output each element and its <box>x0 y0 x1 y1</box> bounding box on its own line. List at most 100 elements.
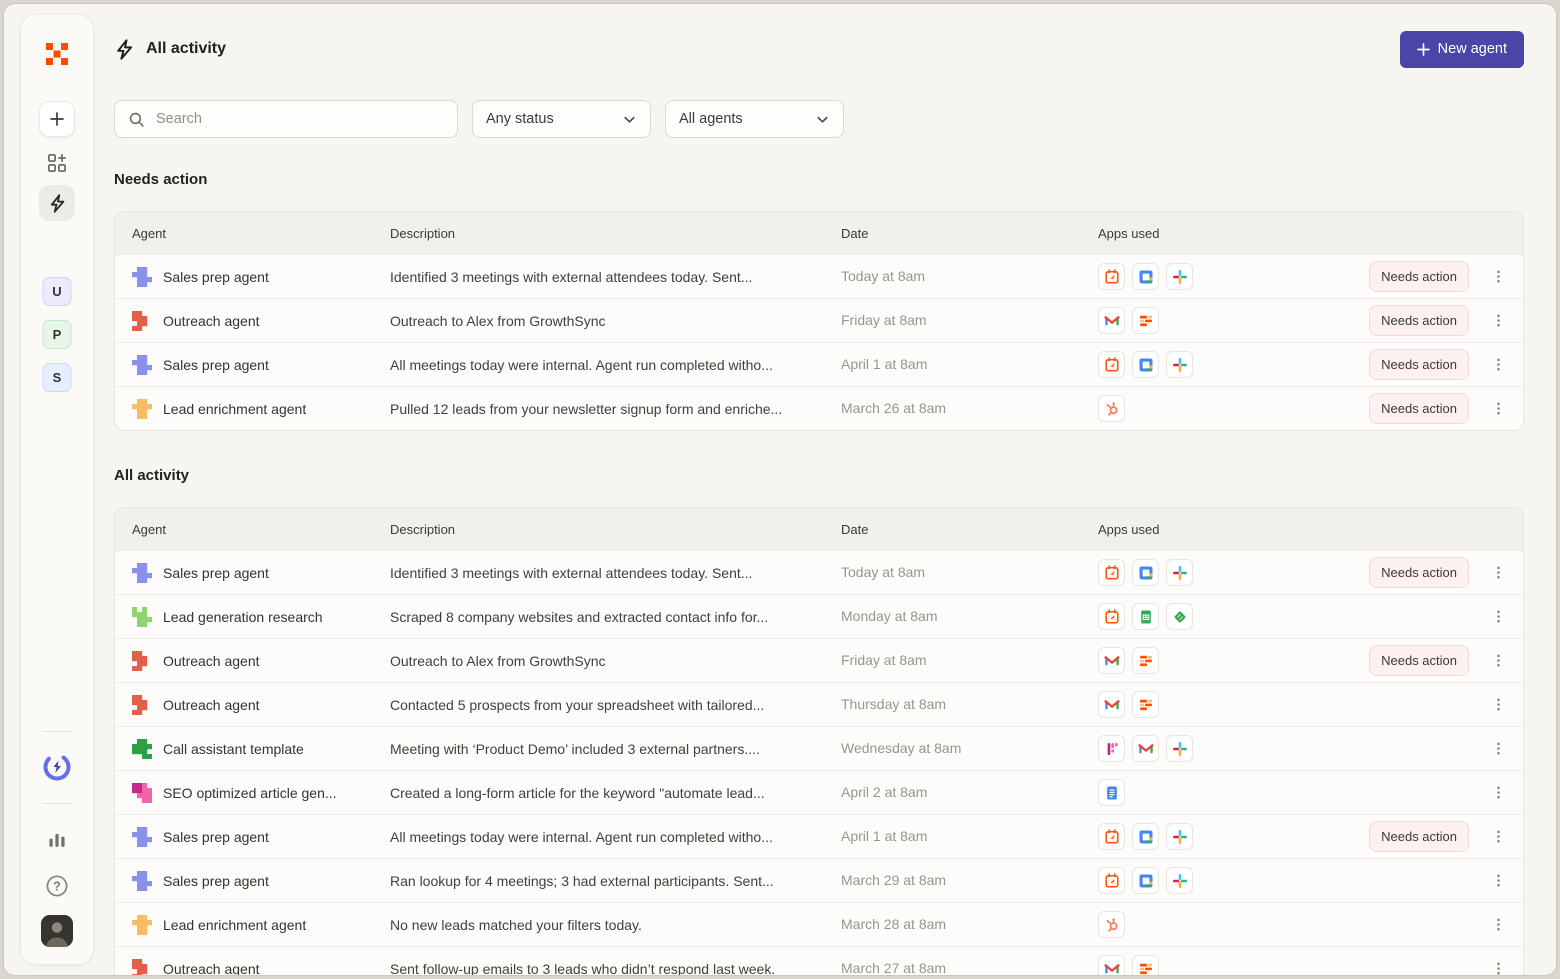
sidebar-workspace-s[interactable]: S <box>43 363 72 392</box>
gmail-icon <box>1098 307 1125 334</box>
apps-used-cell <box>1098 735 1328 762</box>
needs-action-badge: Needs action <box>1369 645 1469 676</box>
zapier-schedule-icon <box>1098 351 1125 378</box>
zapier-tables-icon <box>1132 647 1159 674</box>
column-header-agent: Agent <box>132 226 390 241</box>
description-cell: All meetings today were internal. Agent … <box>390 357 841 373</box>
agent-cell: Lead enrichment agent <box>132 915 390 935</box>
lightning-bolt-icon <box>114 39 135 60</box>
main-content: All activity New agent Any status All ag… <box>114 4 1524 975</box>
description-cell: Meeting with ‘Product Demo’ included 3 e… <box>390 741 841 757</box>
search-box[interactable] <box>114 100 458 138</box>
status-filter-select[interactable]: Any status <box>472 100 651 138</box>
table-row[interactable]: SEO optimized article gen...Created a lo… <box>115 770 1523 814</box>
table-row[interactable]: Lead enrichment agentNo new leads matche… <box>115 902 1523 946</box>
agent-name: Outreach agent <box>163 961 260 977</box>
row-menu-button[interactable] <box>1483 734 1513 764</box>
table-row[interactable]: Outreach agentOutreach to Alex from Grow… <box>115 638 1523 682</box>
column-header-date: Date <box>841 522 1098 537</box>
apps-used-cell <box>1098 867 1328 894</box>
row-menu-button[interactable] <box>1483 822 1513 852</box>
sidebar-item-activity-selected[interactable] <box>39 185 75 221</box>
column-header-date: Date <box>841 226 1098 241</box>
column-header-agent: Agent <box>132 522 390 537</box>
slack-icon <box>1166 867 1193 894</box>
apps-used-cell <box>1098 559 1328 586</box>
row-menu-button[interactable] <box>1483 394 1513 424</box>
agent-name: Outreach agent <box>163 653 260 669</box>
apps-used-cell <box>1098 307 1328 334</box>
row-menu-button[interactable] <box>1483 910 1513 940</box>
zapier-agents-logo-icon <box>44 41 70 67</box>
page-header: All activity New agent <box>114 30 1524 68</box>
row-menu-button[interactable] <box>1483 262 1513 292</box>
fathom-icon <box>1098 735 1125 762</box>
table-row[interactable]: Sales prep agentRan lookup for 4 meeting… <box>115 858 1523 902</box>
agent-name: Outreach agent <box>163 697 260 713</box>
sidebar-workspace-p[interactable]: P <box>43 320 72 349</box>
description-cell: Outreach to Alex from GrowthSync <box>390 313 841 329</box>
row-menu-button[interactable] <box>1483 602 1513 632</box>
google-calendar-icon <box>1132 867 1159 894</box>
table-row[interactable]: Sales prep agentIdentified 3 meetings wi… <box>115 550 1523 594</box>
agent-name: Sales prep agent <box>163 565 269 581</box>
slack-icon <box>1166 559 1193 586</box>
description-cell: Contacted 5 prospects from your spreadsh… <box>390 697 841 713</box>
needs-action-badge: Needs action <box>1369 305 1469 336</box>
slack-icon <box>1166 263 1193 290</box>
description-cell: Identified 3 meetings with external atte… <box>390 269 841 285</box>
row-menu-button[interactable] <box>1483 778 1513 808</box>
google-calendar-icon <box>1132 559 1159 586</box>
agent-puzzle-icon <box>132 783 152 803</box>
needs-action-table: AgentDescriptionDateApps usedSales prep … <box>114 211 1524 431</box>
agent-cell: Outreach agent <box>132 959 390 977</box>
new-agent-button[interactable]: New agent <box>1400 31 1524 68</box>
zapier-tables-icon <box>1132 691 1159 718</box>
date-cell: March 29 at 8am <box>841 872 1098 890</box>
user-avatar[interactable] <box>41 915 73 947</box>
row-menu-button[interactable] <box>1483 866 1513 896</box>
sidebar-divider <box>42 731 72 732</box>
row-menu-button[interactable] <box>1483 558 1513 588</box>
sidebar-item-agents[interactable] <box>41 147 73 179</box>
table-row[interactable]: Sales prep agent Identified 3 meetings wi… <box>115 254 1523 298</box>
page-title: All activity <box>146 40 226 58</box>
sidebar-workspace-u[interactable]: U <box>43 277 72 306</box>
agent-puzzle-icon <box>132 827 152 847</box>
agent-name: Lead enrichment agent <box>163 917 306 933</box>
lightning-bolt-icon <box>48 194 67 213</box>
agent-puzzle-icon <box>132 563 152 583</box>
agent-cell: Lead generation research <box>132 607 390 627</box>
table-row[interactable]: Outreach agentSent follow-up emails to 3… <box>115 946 1523 976</box>
agent-name: Sales prep agent <box>163 269 269 285</box>
screen: U P S ? <box>0 0 1560 979</box>
table-row[interactable]: Sales prep agentAll meetings today were … <box>115 342 1523 386</box>
agent-cell: Sales prep agent <box>132 355 390 375</box>
search-input[interactable] <box>154 110 444 128</box>
agent-cell: Sales prep agent <box>132 827 390 847</box>
row-menu-button[interactable] <box>1483 306 1513 336</box>
apps-used-cell <box>1098 395 1328 422</box>
help-icon[interactable]: ? <box>44 873 70 899</box>
usage-credits-icon[interactable] <box>41 751 73 783</box>
row-menu-button[interactable] <box>1483 690 1513 720</box>
column-header-description: Description <box>390 226 841 241</box>
apps-used-cell <box>1098 911 1328 938</box>
needs-action-badge: Needs action <box>1369 349 1469 380</box>
table-row[interactable]: Outreach agentOutreach to Alex from Grow… <box>115 298 1523 342</box>
agent-cell: Outreach agent <box>132 651 390 671</box>
new-agent-sidebar-button[interactable] <box>39 101 75 137</box>
table-row[interactable]: Outreach agent Contacted 5 prospects from… <box>115 682 1523 726</box>
agents-filter-select[interactable]: All agents <box>665 100 844 138</box>
date-cell: April 1 at 8am <box>841 356 1098 374</box>
table-row[interactable]: Sales prep agentAll meetings today were … <box>115 814 1523 858</box>
filter-bar: Any status All agents <box>114 100 844 138</box>
row-menu-button[interactable] <box>1483 350 1513 380</box>
agent-cell: Sales prep agent <box>132 563 390 583</box>
table-row[interactable]: Call assistant templateMeeting with ‘Pro… <box>115 726 1523 770</box>
row-menu-button[interactable] <box>1483 646 1513 676</box>
table-row[interactable]: Lead generation researchScraped 8 compan… <box>115 594 1523 638</box>
analytics-icon[interactable] <box>44 827 70 853</box>
table-row[interactable]: Lead enrichment agentPulled 12 leads fro… <box>115 386 1523 430</box>
row-menu-button[interactable] <box>1483 954 1513 977</box>
